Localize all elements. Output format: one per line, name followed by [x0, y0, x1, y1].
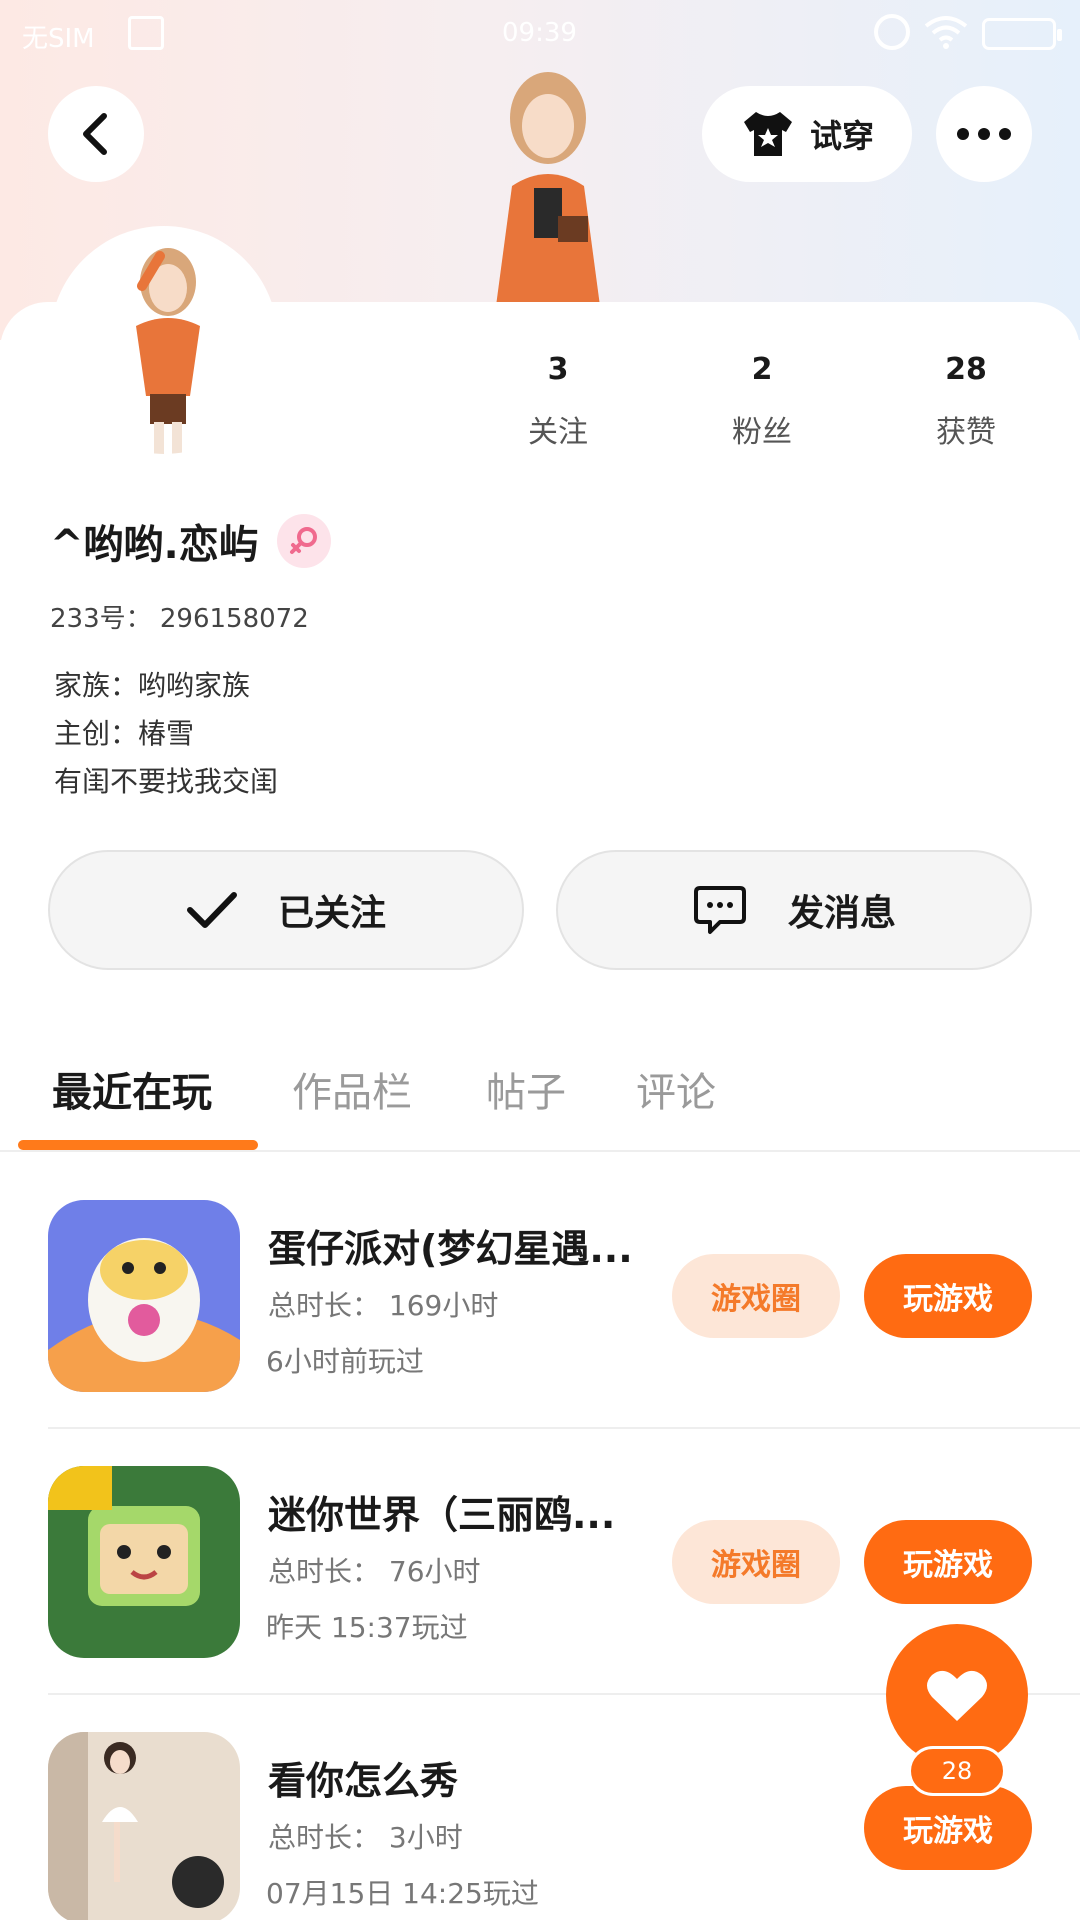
like-count-badge: 28 [908, 1746, 1006, 1796]
user-nickname-row: ^哟哟.恋屿 [50, 512, 331, 570]
heart-icon [927, 1670, 987, 1721]
tabs-divider [0, 1150, 1080, 1152]
following-count: 3 [547, 352, 569, 387]
play-game-button[interactable]: 玩游戏 [864, 1520, 1032, 1604]
bio-line-creator: 主创：椿雪 [54, 717, 195, 750]
sim-status: 无SIM [22, 24, 95, 54]
game-title: 迷你世界（三丽鸥... [268, 1493, 616, 1537]
game-icon-show[interactable] [48, 1732, 240, 1920]
game-total-duration: 总时长： 76小时 [268, 1555, 481, 1588]
avatar[interactable] [50, 226, 278, 454]
profile-tabs: 最近在玩 作品栏 帖子 评论 [0, 1030, 1080, 1150]
like-button[interactable] [886, 1624, 1028, 1766]
stat-likes[interactable]: 28 获赞 [896, 352, 1036, 451]
battery-icon [982, 18, 1062, 50]
active-tab-indicator [18, 1140, 258, 1150]
game-total-duration: 总时长： 169小时 [268, 1289, 499, 1322]
play-game-button[interactable]: 玩游戏 [864, 1254, 1032, 1338]
game-circle-button[interactable]: 游戏圈 [672, 1254, 840, 1338]
followers-count: 2 [751, 352, 773, 387]
tab-comments[interactable]: 评论 [636, 1060, 716, 1118]
back-button[interactable] [48, 86, 144, 182]
play-game-button[interactable]: 玩游戏 [864, 1786, 1032, 1870]
bio-line-family: 家族：哟哟家族 [54, 669, 251, 702]
bio-line-note: 有闺不要找我交闺 [54, 765, 279, 798]
avatar-3d-figure [466, 66, 630, 306]
chat-bubble-icon [693, 886, 746, 934]
tab-works[interactable]: 作品栏 [292, 1060, 412, 1118]
tab-posts[interactable]: 帖子 [486, 1060, 566, 1118]
game-icon-mini-world[interactable] [48, 1466, 240, 1658]
following-label: 关注 [528, 415, 588, 450]
user-bio: 家族：哟哟家族 主创：椿雪 有闺不要找我交闺 [54, 662, 278, 806]
row-divider [48, 1427, 1080, 1429]
tab-recently-played[interactable]: 最近在玩 [52, 1060, 212, 1118]
more-options-button[interactable] [936, 86, 1032, 182]
send-message-label: 发消息 [787, 893, 896, 934]
try-on-label: 试穿 [809, 117, 874, 155]
likes-count: 28 [945, 352, 987, 387]
stat-followers[interactable]: 2 粉丝 [692, 352, 832, 451]
game-total-duration: 总时长： 3小时 [268, 1821, 463, 1854]
game-last-played: 07月15日 14:25玩过 [266, 1877, 539, 1910]
game-title: 蛋仔派对(梦幻星遇... [268, 1227, 633, 1271]
followed-button[interactable]: 已关注 [48, 850, 524, 970]
more-icon [957, 128, 1011, 140]
shirt-icon [743, 112, 792, 156]
screenshot-icon [128, 16, 164, 50]
try-on-button[interactable]: 试穿 [702, 86, 912, 182]
game-last-played: 6小时前玩过 [266, 1345, 424, 1378]
status-bar: 无SIM 09:39 [0, 0, 1080, 70]
female-gender-icon [276, 514, 331, 568]
game-circle-button[interactable]: 游戏圈 [672, 1520, 840, 1604]
send-message-button[interactable]: 发消息 [556, 850, 1032, 970]
followers-label: 粉丝 [732, 415, 792, 450]
user-id: 233号： 296158072 [50, 604, 309, 634]
followed-label: 已关注 [277, 893, 386, 934]
back-arrow-icon [83, 113, 107, 155]
likes-label: 获赞 [936, 415, 996, 450]
game-title: 看你怎么秀 [268, 1759, 459, 1803]
checkmark-icon [186, 892, 237, 928]
game-icon-eggy-party[interactable] [48, 1200, 240, 1392]
user-nickname: ^哟哟.恋屿 [50, 522, 259, 568]
clock: 09:39 [502, 18, 577, 48]
stat-following[interactable]: 3 关注 [488, 352, 628, 451]
alarm-icon [874, 14, 910, 50]
game-last-played: 昨天 15:37玩过 [266, 1611, 468, 1644]
wifi-icon [924, 16, 968, 49]
